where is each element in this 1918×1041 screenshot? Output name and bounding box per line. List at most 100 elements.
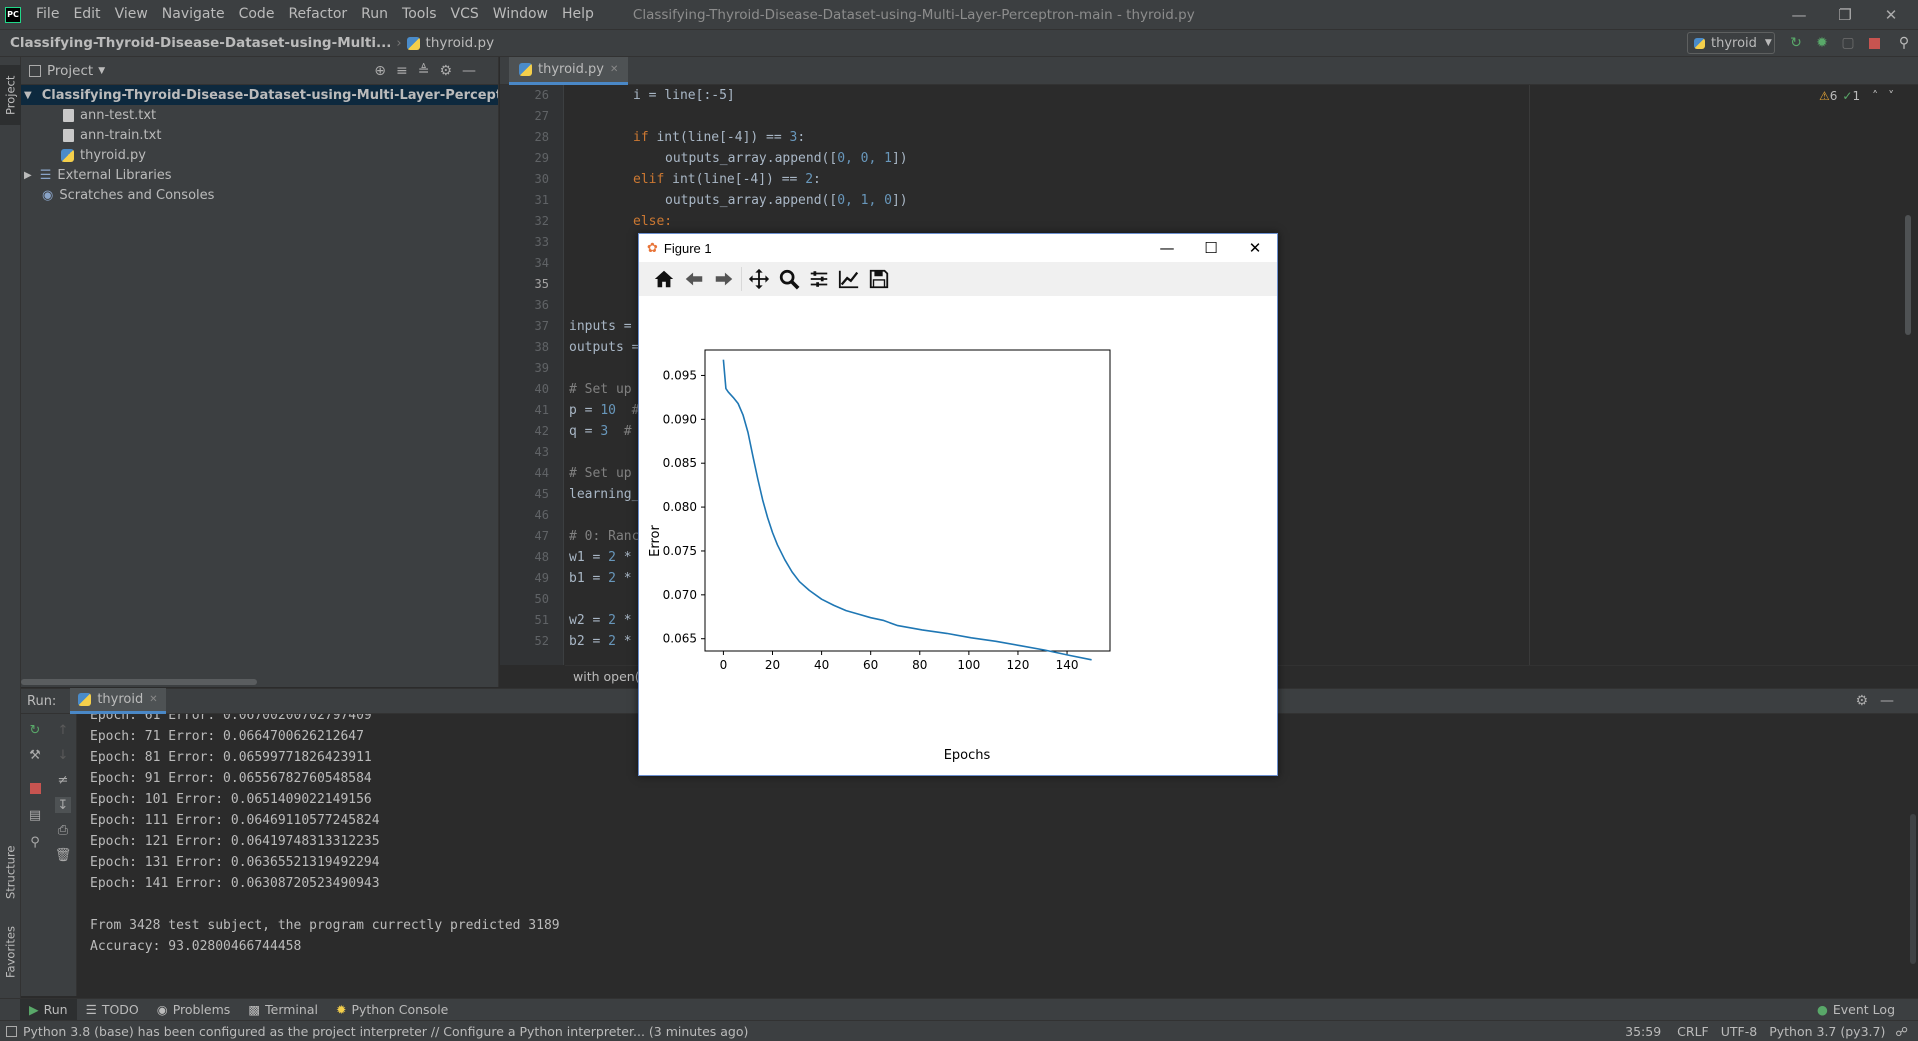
tree-scratches[interactable]: ◉ Scratches and Consoles bbox=[21, 185, 498, 205]
project-panel-header: Project ▼ ⊕≡≜⚙— bbox=[21, 57, 498, 85]
tree-file-ann-train[interactable]: ann-train.txt bbox=[21, 125, 498, 145]
menu-code[interactable]: Code bbox=[232, 0, 282, 29]
scroll-to-end-icon[interactable]: ↧ bbox=[55, 797, 71, 813]
chevron-down-icon[interactable]: ▼ bbox=[98, 66, 105, 76]
caret-position[interactable]: 35:59 bbox=[1625, 1024, 1661, 1039]
app-logo: PC bbox=[5, 6, 21, 23]
figure-minimize-button[interactable]: — bbox=[1145, 234, 1189, 262]
breadcrumb-file[interactable]: thyroid.py bbox=[426, 35, 495, 51]
layout-icon[interactable]: ▤ bbox=[27, 807, 43, 823]
menu-edit[interactable]: Edit bbox=[66, 0, 107, 29]
minimize-button[interactable]: — bbox=[1776, 0, 1822, 29]
wrench-icon[interactable]: ⚒ bbox=[27, 747, 43, 763]
save-icon[interactable] bbox=[864, 264, 894, 294]
home-icon[interactable] bbox=[649, 264, 679, 294]
scratches-icon: ◉ bbox=[42, 187, 54, 203]
chevron-down-icon[interactable]: ˅ bbox=[1888, 89, 1894, 103]
tree-root-folder[interactable]: ▼ Classifying-Thyroid-Disease-Dataset-us… bbox=[21, 85, 498, 105]
x-axis-label: Epochs bbox=[944, 748, 991, 763]
menu-run[interactable]: Run bbox=[354, 0, 395, 29]
code-breadcrumb[interactable]: with open(' bbox=[573, 669, 643, 684]
debug-icon[interactable]: ✹ bbox=[1813, 34, 1831, 52]
coverage-icon[interactable]: ▢ bbox=[1839, 34, 1857, 52]
stripe-tab-favorites[interactable]: Favorites bbox=[0, 917, 21, 987]
rerun-icon[interactable]: ↻ bbox=[1787, 34, 1805, 52]
close-button[interactable]: ✕ bbox=[1868, 0, 1914, 29]
figure-maximize-button[interactable]: ☐ bbox=[1189, 234, 1233, 262]
run-panel-actions[interactable]: ⚙— bbox=[1855, 693, 1906, 709]
menu-help[interactable]: Help bbox=[555, 0, 601, 29]
run-configuration-dropdown[interactable]: thyroid ▼ bbox=[1687, 32, 1775, 54]
toggle-tool-windows-icon[interactable] bbox=[6, 1025, 17, 1037]
tool-tab-todo[interactable]: ☰ TODO bbox=[77, 999, 148, 1021]
figure-close-button[interactable]: ✕ bbox=[1233, 234, 1277, 262]
code-text: w1 = bbox=[569, 550, 609, 565]
menu-file[interactable]: File bbox=[29, 0, 66, 29]
forward-icon[interactable] bbox=[709, 264, 739, 294]
console-scrollbar[interactable] bbox=[1910, 814, 1916, 964]
trash-icon[interactable]: 🗑 bbox=[55, 847, 72, 863]
chart-marks: 0 20 40 60 80 100 120 140 0.065 0.070 0.075 0.080 0.… bbox=[663, 349, 1111, 672]
down-arrow-icon[interactable]: ↓ bbox=[55, 747, 71, 763]
python-file-icon bbox=[61, 148, 74, 162]
code-line: w2 = 2 * bbox=[569, 613, 632, 628]
project-panel-title[interactable]: Project bbox=[47, 63, 93, 79]
console-line: Epoch: 81 Error: 0.06599771826423911 bbox=[90, 750, 372, 765]
tree-file-thyroid-py[interactable]: thyroid.py bbox=[21, 145, 498, 165]
pin-icon[interactable]: ⚲ bbox=[27, 834, 43, 850]
chevron-up-icon[interactable]: ˄ bbox=[1872, 89, 1878, 103]
python-config-icon bbox=[1694, 37, 1705, 49]
menu-tools[interactable]: Tools bbox=[395, 0, 444, 29]
inspection-widget[interactable]: ⚠ 6 ✓ 1 ˄ ˅ bbox=[1819, 89, 1894, 103]
code-line: # 0: Ranc bbox=[569, 529, 640, 544]
restore-button[interactable]: ❐ bbox=[1822, 0, 1868, 29]
stop-icon[interactable] bbox=[1865, 34, 1883, 52]
interpreter-selector[interactable]: Python 3.7 (py3.7) bbox=[1769, 1024, 1885, 1039]
stripe-tab-structure[interactable]: Structure bbox=[0, 837, 21, 907]
line-separator[interactable]: CRLF bbox=[1677, 1024, 1709, 1039]
run-tab-thyroid[interactable]: thyroid ✕ bbox=[70, 688, 166, 714]
rerun-icon[interactable]: ↻ bbox=[27, 722, 43, 738]
lock-icon[interactable]: ☍ bbox=[1895, 1024, 1908, 1039]
edit-axes-icon[interactable] bbox=[834, 264, 864, 294]
keyword: if bbox=[633, 130, 657, 145]
line-number: 37 bbox=[534, 319, 549, 333]
pan-icon[interactable] bbox=[744, 264, 774, 294]
tool-tab-terminal[interactable]: ▩ Terminal bbox=[239, 999, 327, 1021]
print-icon[interactable]: ⎙ bbox=[55, 822, 71, 838]
panel-actions[interactable]: ⊕≡≜⚙— bbox=[374, 63, 486, 79]
up-arrow-icon[interactable]: ↑ bbox=[55, 722, 71, 738]
status-message[interactable]: Python 3.8 (base) has been configured as… bbox=[23, 1024, 748, 1039]
expand-arrow-icon: ▶ bbox=[24, 169, 32, 181]
soft-wrap-icon[interactable]: ≠ bbox=[55, 772, 71, 788]
close-tab-icon[interactable]: ✕ bbox=[610, 64, 618, 75]
tree-file-ann-test[interactable]: ann-test.txt bbox=[21, 105, 498, 125]
back-icon[interactable] bbox=[679, 264, 709, 294]
stripe-tab-project[interactable]: Project bbox=[0, 65, 21, 125]
plot-canvas[interactable]: 0 20 40 60 80 100 120 140 0.065 0.070 0.075 0.080 0.… bbox=[639, 296, 1277, 775]
menu-refactor[interactable]: Refactor bbox=[281, 0, 354, 29]
breadcrumb-project[interactable]: Classifying-Thyroid-Disease-Dataset-usin… bbox=[10, 35, 391, 51]
zoom-icon[interactable] bbox=[774, 264, 804, 294]
menu-view[interactable]: View bbox=[108, 0, 155, 29]
code-text: * bbox=[615, 613, 632, 628]
close-tab-icon[interactable]: ✕ bbox=[149, 694, 157, 705]
file-encoding[interactable]: UTF-8 bbox=[1721, 1024, 1757, 1039]
code-text: : bbox=[813, 172, 821, 187]
horizontal-scrollbar[interactable] bbox=[21, 679, 257, 685]
code-text: b2 = bbox=[569, 634, 609, 649]
menu-window[interactable]: Window bbox=[486, 0, 555, 29]
tool-tab-python-console[interactable]: ✹ Python Console bbox=[327, 999, 457, 1021]
tool-tab-problems[interactable]: ◉ Problems bbox=[148, 999, 240, 1021]
search-icon[interactable]: ⚲ bbox=[1895, 34, 1913, 52]
tool-tab-run[interactable]: ▶ Run bbox=[20, 998, 77, 1021]
code-line: elif int(line[-4]) == 2: bbox=[633, 172, 821, 187]
stop-icon[interactable] bbox=[27, 780, 43, 796]
configure-icon[interactable] bbox=[804, 264, 834, 294]
tree-external-libraries[interactable]: ▶ ☰ External Libraries bbox=[21, 165, 498, 185]
menu-navigate[interactable]: Navigate bbox=[155, 0, 232, 29]
tab-thyroid-py[interactable]: thyroid.py ✕ bbox=[509, 57, 629, 85]
event-log-button[interactable]: ● Event Log bbox=[1808, 999, 1904, 1021]
menu-vcs[interactable]: VCS bbox=[444, 0, 486, 29]
vertical-scrollbar[interactable] bbox=[1905, 215, 1911, 335]
